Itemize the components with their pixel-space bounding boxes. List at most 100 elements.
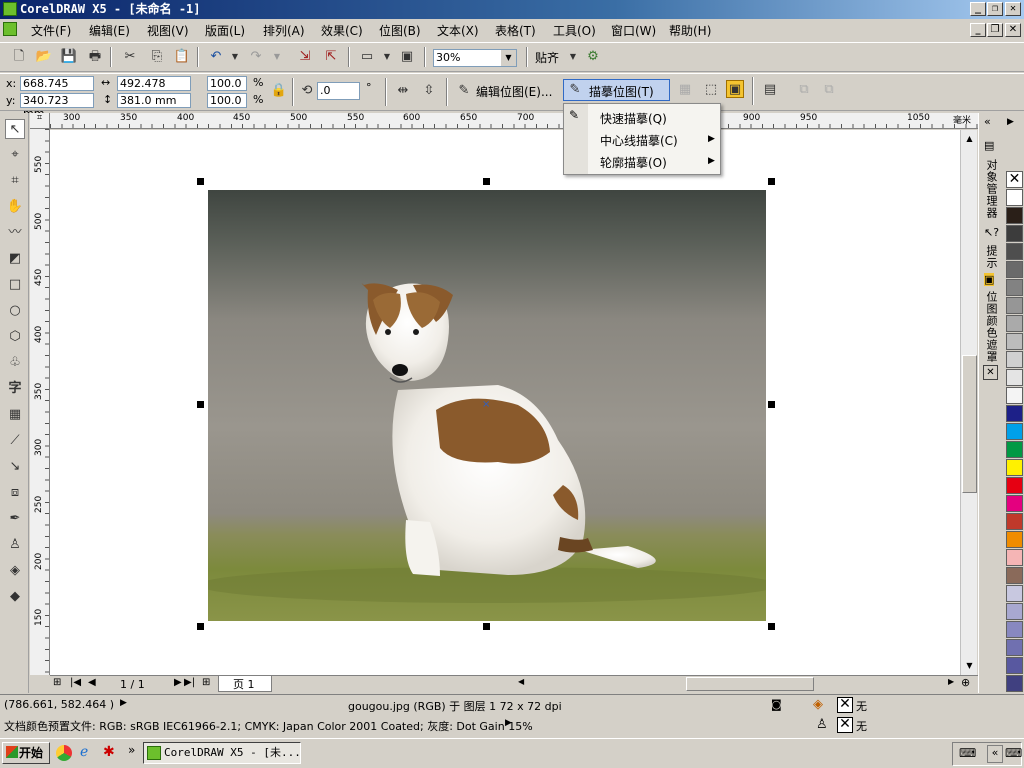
ellipse-tool-icon[interactable]: ○: [5, 301, 25, 321]
menu-edit[interactable]: 编辑(E): [89, 22, 130, 39]
redo-dropdown-icon[interactable]: ▼: [268, 48, 286, 66]
status-arrow-icon[interactable]: ▶: [120, 698, 127, 708]
doc-close-button[interactable]: ✕: [1005, 23, 1021, 37]
close-button[interactable]: ✕: [1005, 2, 1021, 16]
fill-none-swatch-icon[interactable]: ✕: [837, 697, 853, 713]
to-back-icon[interactable]: ⧉: [820, 81, 838, 99]
redo-icon[interactable]: ↷: [247, 48, 265, 66]
palette-scroll-up-icon[interactable]: ▶: [1007, 117, 1014, 127]
selection-handle[interactable]: [768, 178, 775, 185]
color-swatch[interactable]: [1006, 405, 1023, 422]
color-swatch[interactable]: [1006, 441, 1023, 458]
color-swatch[interactable]: [1006, 513, 1023, 530]
prev-page-icon[interactable]: ◀: [88, 677, 96, 688]
trace-bitmap-button[interactable]: ✎ 描摹位图(T): [563, 79, 670, 101]
eyedropper-tool-icon[interactable]: ✒: [5, 509, 25, 529]
tray-expand-icon[interactable]: «: [987, 745, 1003, 763]
color-swatch[interactable]: [1006, 675, 1023, 692]
color-swatch[interactable]: [1006, 621, 1023, 638]
selection-handle[interactable]: [768, 623, 775, 630]
basic-shapes-icon[interactable]: ♧: [5, 353, 25, 373]
export-icon[interactable]: ⇱: [322, 48, 340, 66]
navigator-icon[interactable]: ⊕: [961, 676, 970, 689]
polygon-tool-icon[interactable]: ⬡: [5, 327, 25, 347]
page-tab[interactable]: 页 1: [218, 676, 272, 692]
connector-tool-icon[interactable]: ↘: [5, 457, 25, 477]
application-launcher-icon[interactable]: ▭: [358, 48, 376, 66]
vertical-scrollbar[interactable]: ▲ ▼: [960, 130, 977, 675]
ime-icon[interactable]: ⌨: [1005, 746, 1022, 760]
menu-help[interactable]: 帮助(H): [669, 22, 711, 39]
pick-tool-icon[interactable]: ↖: [5, 119, 25, 139]
profile-arrow-icon[interactable]: ▶: [505, 718, 512, 728]
import-icon[interactable]: ⇲: [296, 48, 314, 66]
scroll-thumb[interactable]: [962, 355, 977, 493]
undo-dropdown-icon[interactable]: ▼: [226, 48, 244, 66]
to-front-icon[interactable]: ⧉: [795, 81, 813, 99]
first-page-icon[interactable]: |◀: [70, 677, 81, 688]
selection-handle[interactable]: [197, 178, 204, 185]
app-quicklaunch-icon[interactable]: ✱: [103, 744, 115, 760]
start-button[interactable]: 开始: [2, 742, 50, 764]
scroll-down-icon[interactable]: ▼: [962, 658, 977, 673]
resample-icon[interactable]: ▦: [676, 81, 694, 99]
expand-docker-icon[interactable]: «: [984, 115, 991, 128]
menu-item-centerline-trace[interactable]: 中心线描摹(C) ▶: [565, 128, 719, 150]
ie-icon[interactable]: ℯ: [80, 744, 88, 760]
menu-bitmaps[interactable]: 位图(B): [379, 22, 421, 39]
color-swatch[interactable]: [1006, 351, 1023, 368]
color-swatch[interactable]: [1006, 387, 1023, 404]
color-swatch[interactable]: [1006, 189, 1023, 206]
docker-tab-hints[interactable]: 提示: [983, 245, 999, 269]
menu-window[interactable]: 窗口(W): [611, 22, 656, 39]
undo-icon[interactable]: ↶: [207, 48, 225, 66]
interactive-fill-icon[interactable]: ◆: [5, 587, 25, 607]
paste-icon[interactable]: 📋: [173, 48, 191, 66]
shape-tool-icon[interactable]: ⌖: [5, 145, 25, 165]
zoom-level-select[interactable]: 30% ▼: [433, 49, 517, 67]
docker-tab-bitmap-color-mask[interactable]: 位图颜色遮罩: [983, 291, 999, 363]
color-swatch[interactable]: [1006, 297, 1023, 314]
y-position-field[interactable]: 340.723 mm: [20, 93, 94, 120]
fill-tool-icon[interactable]: ◈: [5, 561, 25, 581]
color-swatch[interactable]: [1006, 639, 1023, 656]
edit-bitmap-button[interactable]: 编辑位图(E)...: [476, 83, 552, 100]
rotate-icon[interactable]: ⟲: [298, 82, 316, 100]
outline-none-swatch-icon[interactable]: ✕: [837, 717, 853, 733]
crop-tool-icon[interactable]: ⌗: [5, 171, 25, 191]
text-tool-icon[interactable]: 字: [5, 379, 25, 399]
menu-item-outline-trace[interactable]: 轮廓描摹(O) ▶: [565, 150, 719, 172]
options-icon[interactable]: ⚙: [584, 48, 602, 66]
smart-fill-icon[interactable]: ◩: [5, 249, 25, 269]
selection-handle[interactable]: [197, 401, 204, 408]
new-icon[interactable]: 🗋: [10, 48, 28, 66]
color-swatch[interactable]: [1006, 261, 1023, 278]
last-page-icon[interactable]: ▶|: [184, 677, 195, 688]
save-icon[interactable]: 💾: [60, 48, 78, 66]
selection-handle[interactable]: [197, 623, 204, 630]
rectangle-tool-icon[interactable]: □: [5, 275, 25, 295]
color-swatch[interactable]: [1006, 279, 1023, 296]
color-swatch[interactable]: [1006, 603, 1023, 620]
angle-field[interactable]: .0: [317, 82, 360, 100]
ruler-origin-icon[interactable]: ⌗: [30, 113, 50, 129]
close-docker-icon[interactable]: ✕: [983, 365, 998, 380]
open-icon[interactable]: 📂: [35, 48, 53, 66]
next-page-icon[interactable]: ▶: [174, 677, 182, 688]
scroll-left-icon[interactable]: ◀: [518, 677, 524, 686]
docker-tab-object-manager[interactable]: 对象管理器: [983, 159, 999, 219]
outline-pen-icon[interactable]: ♙: [5, 535, 25, 555]
copy-icon[interactable]: ⎘: [148, 48, 166, 66]
no-color-swatch[interactable]: ✕: [1006, 171, 1023, 188]
add-page-after-icon[interactable]: ⊞: [202, 677, 210, 688]
scroll-thumb[interactable]: [686, 677, 814, 691]
doc-minimize-button[interactable]: _: [970, 23, 986, 37]
color-swatch[interactable]: [1006, 225, 1023, 242]
mirror-vertical-icon[interactable]: ⇳: [420, 82, 438, 100]
horizontal-ruler[interactable]: 300 350 400 450 500 550 600 650 700 900 …: [50, 113, 978, 129]
color-swatch[interactable]: [1006, 495, 1023, 512]
menu-view[interactable]: 视图(V): [147, 22, 189, 39]
mirror-horizontal-icon[interactable]: ⇹: [394, 82, 412, 100]
snap-to-menu[interactable]: 贴齐: [535, 49, 559, 66]
scroll-right-icon[interactable]: ▶: [948, 677, 954, 686]
